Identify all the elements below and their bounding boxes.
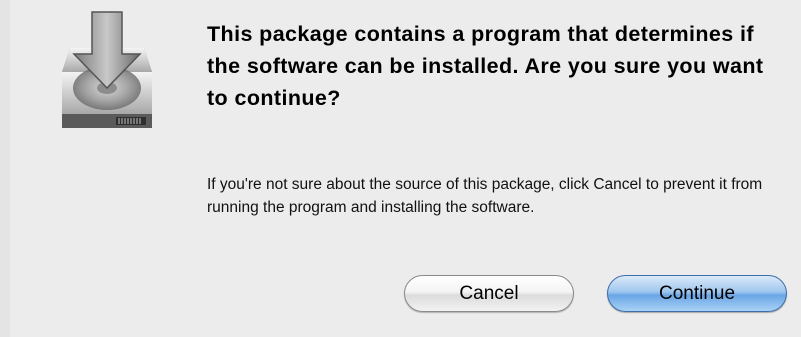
alert-sheet: This package contains a program that det… <box>10 0 801 337</box>
dialog-message: If you're not sure about the source of t… <box>207 176 763 216</box>
continue-button[interactable]: Continue <box>607 275 787 312</box>
dialog-title: This package contains a program that det… <box>207 22 764 110</box>
screen: This package contains a program that det… <box>0 0 801 337</box>
installer-disk-download-icon <box>56 10 156 140</box>
cancel-button[interactable]: Cancel <box>404 275 574 312</box>
